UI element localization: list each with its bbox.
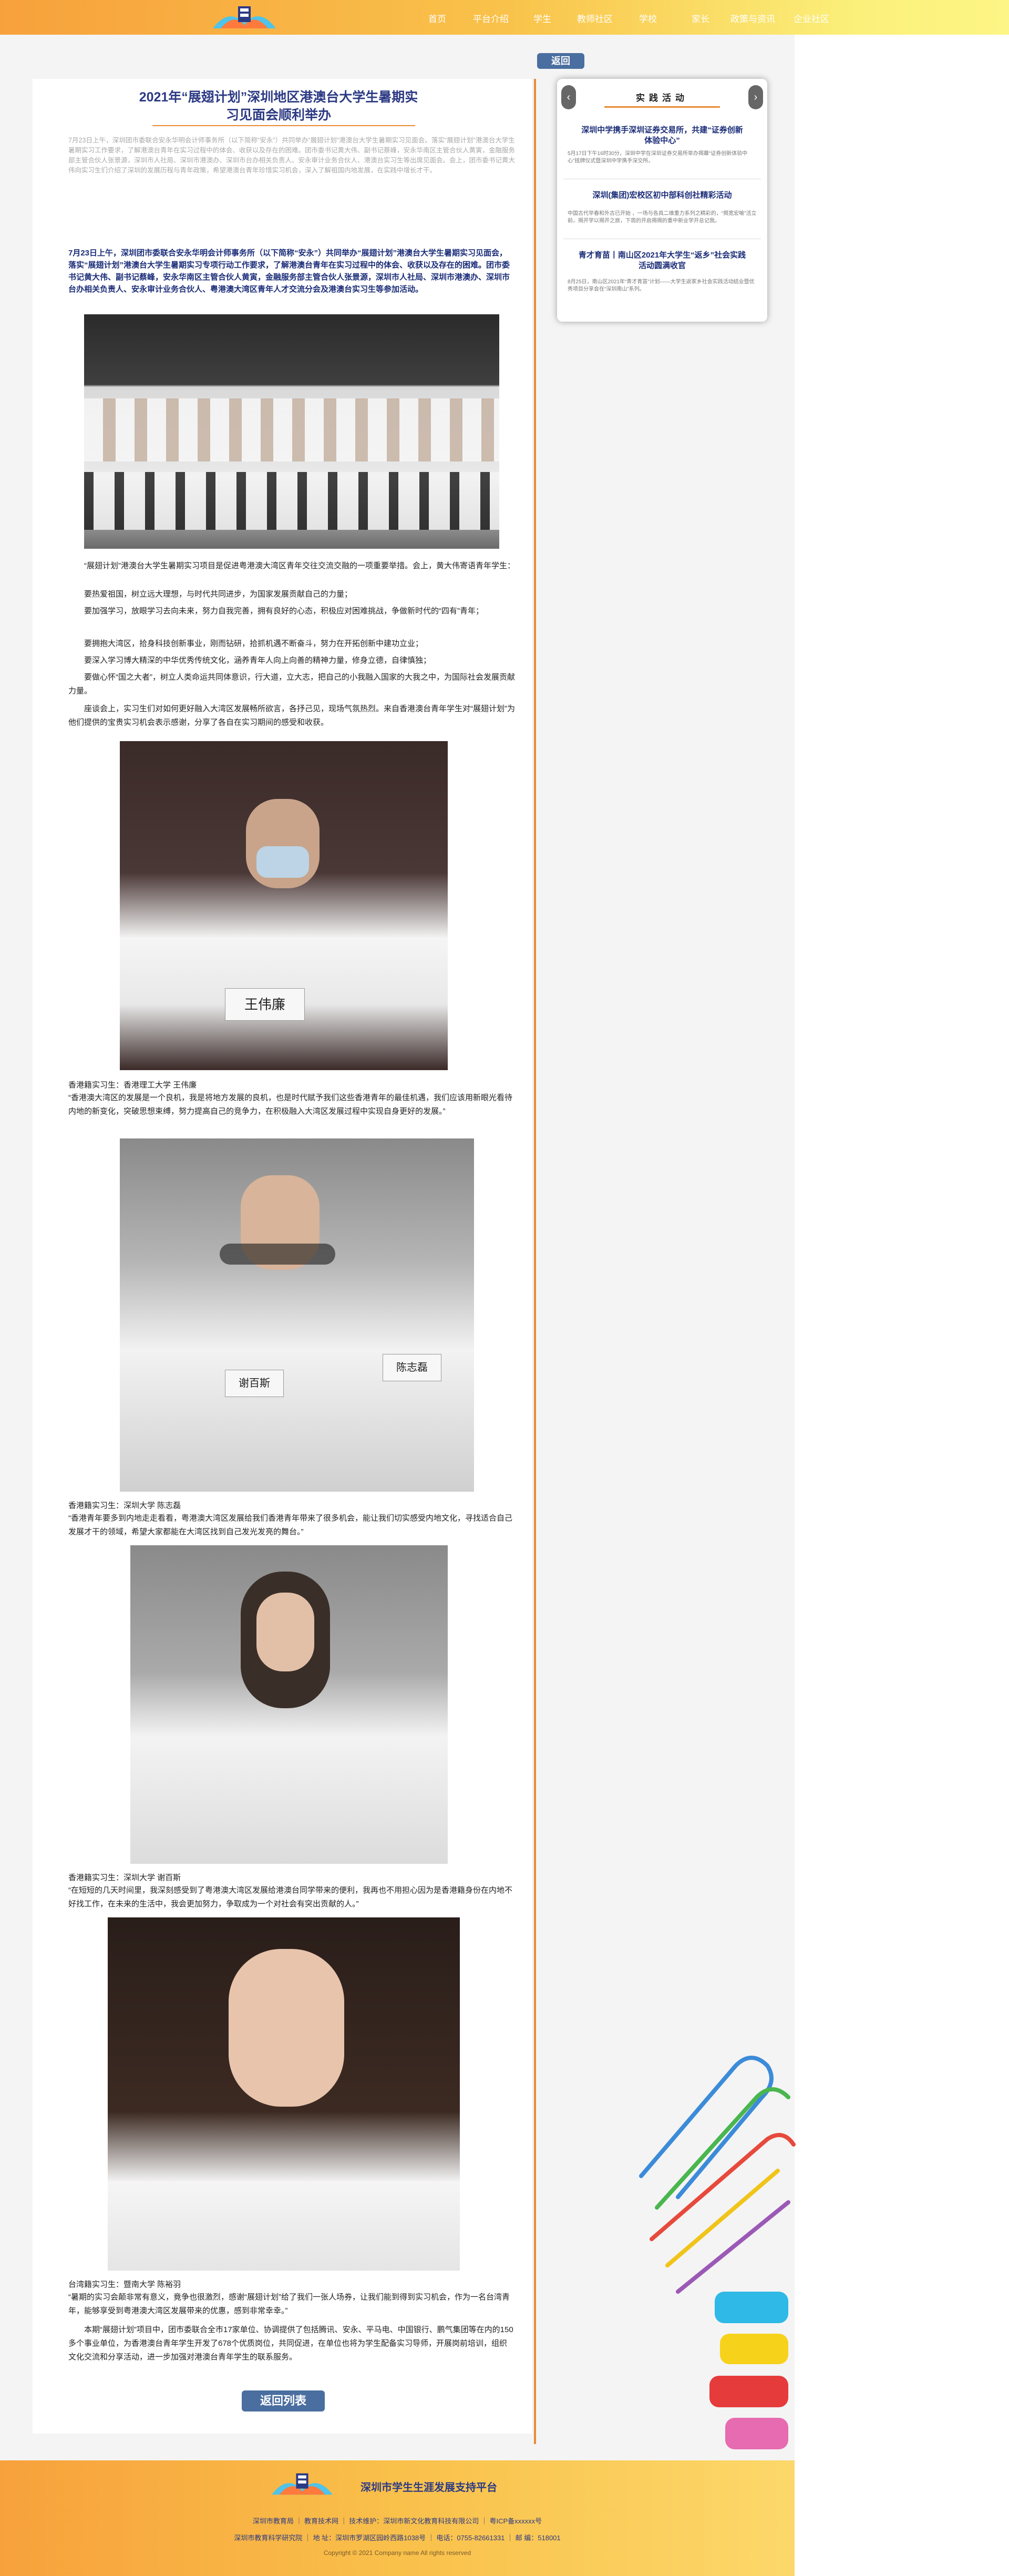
article-title-line2: 习见面会顺利举办	[225, 108, 331, 122]
footer-address: 深圳市教育科学研究院 ｜ 地 址：深圳市罗湖区园岭西路1038号 ｜ 电话：07…	[234, 2534, 561, 2542]
name-plate-2b: 陈志磊	[383, 1354, 441, 1381]
paperclips-decoration	[639, 2056, 796, 2449]
caption-4: 台湾籍实习生：暨南大学 陈裕羽	[68, 2280, 181, 2289]
right-margin	[795, 35, 1009, 2576]
footer-title: 深圳市学生生涯发展支持平台	[361, 2482, 497, 2493]
title-underline	[152, 125, 415, 126]
sidebar-card[interactable]: 深圳中学携手深圳证券交易所，共建“证券创新体验中心” 5月17日下午16时30分…	[557, 117, 767, 171]
footer-logo	[272, 2473, 333, 2495]
back-button[interactable]: 返回	[537, 53, 584, 69]
nav-policy[interactable]: 政策与资讯	[730, 12, 775, 25]
nav-students[interactable]: 学生	[533, 12, 551, 25]
bullet-4: 要深入学习博大精深的中华优秀传统文化，涵养青年人向上向善的精神力量，修身立德，自…	[84, 656, 431, 665]
sidebar-card-title: 深圳中学携手深圳证券交易所，共建“证券创新体验中心”	[581, 126, 743, 145]
nav-teachers[interactable]: 教师社区	[577, 12, 613, 25]
name-plate-2a: 谢百斯	[225, 1370, 284, 1397]
sidebar-card-title: 深圳(集团)宏校区初中部科创社精彩活动	[592, 191, 732, 200]
photo-speaker-2: 谢百斯 陈志磊	[120, 1138, 474, 1492]
activity-sidebar: ‹ › 实践活动 深圳中学携手深圳证券交易所，共建“证券创新体验中心” 5月17…	[557, 79, 767, 322]
article-intro: 7月23日上午，深圳团市委联合安永华明会计师事务所（以下简称“安永”）共同举办“…	[68, 137, 516, 174]
bullet-1: 要热爱祖国，树立远大理想，与时代共同进步，为国家发展贡献自己的力量；	[84, 590, 353, 599]
closing-paragraph: 本期“展翅计划”项目中，团市委联合全市17家单位、协调提供了包括腾讯、安永、平马…	[68, 2325, 513, 2362]
site-logo[interactable]	[208, 2, 281, 33]
caption-1: 香港籍实习生：香港理工大学 王伟廉	[68, 1081, 197, 1090]
photo-speaker-4	[108, 1917, 460, 2271]
bullet-5: 要做心怀“国之大者”，树立人类命运共同体意识，行大道，立大志，把自己的小我融入国…	[68, 673, 515, 695]
quote-4: “暑期的实习会颠非常有意义，竟争也很激烈，感谢“展翅计划”给了我们一张人场券，让…	[68, 2293, 510, 2315]
photo-speaker-1: 王伟廉	[120, 741, 448, 1070]
bullet-3: 要拥抱大湾区，拾身科技创新事业，刚而钻研，拾抓机遇不断奋斗，努力在开拓创新中建功…	[84, 639, 424, 648]
bullet-2: 要加强学习，放眼学习去向未来，努力自我完善，拥有良好的心态，积极应对困难挑战，争…	[84, 607, 483, 615]
name-plate-1: 王伟廉	[225, 988, 305, 1021]
sidebar-card-desc: 中国古代早春和外古已开始 ，一场与各具二维重力系列之精彩的，“揭宽宏喻”活立前，…	[568, 211, 757, 224]
nav-home[interactable]: 首页	[428, 12, 446, 25]
sidebar-card-title: 青才育苗丨南山区2021年大学生“返乡”社会实践活动圆满收官	[578, 251, 746, 270]
article-lead: 7月23日上午，深圳团市委联合安永华明会计师事务所（以下简称“安永”）共同举办“…	[68, 249, 510, 294]
quote-2: “香港青年要多到内地走走看看，粤港澳大湾区发展给我们香港青年带来了很多机会，能让…	[68, 1514, 513, 1536]
nav-enterprise[interactable]: 企业社区	[794, 12, 829, 25]
back-to-list-button[interactable]: 返回列表	[242, 2390, 325, 2411]
footer-right-margin	[795, 2460, 1009, 2576]
sidebar-card[interactable]: 青才育苗丨南山区2021年大学生“返乡”社会实践活动圆满收官 8月25日，南山区…	[557, 242, 767, 296]
caption-2: 香港籍实习生：深圳大学 陈志磊	[68, 1501, 181, 1510]
nav-platform[interactable]: 平台介绍	[473, 12, 509, 25]
column-divider	[534, 79, 536, 2444]
footer-links[interactable]: 深圳市教育局 ｜ 教育技术网 ｜ 技术维护：深圳市新文化教育科技有限公司 ｜ 粤…	[0, 2516, 795, 2526]
footer-copyright: Copyright © 2021 Company name All rights…	[323, 2549, 471, 2557]
sidebar-card-desc: 5月17日下午16时30分，深圳中学在深圳证券交易所举办揭幕“证券创新体验中心”…	[568, 151, 748, 164]
quote-3: “在短短的几天时间里，我深刻感受到了粤港澳大湾区发展给港澳台同学带来的便利，我再…	[68, 1886, 513, 1908]
article-title: 2021年“展翅计划”深圳地区港澳台大学生暑期实 习见面会顺利举办	[89, 88, 468, 124]
article-title-line1: 2021年“展翅计划”深圳地区港澳台大学生暑期实	[139, 90, 418, 105]
sidebar-title: 实践活动	[636, 93, 688, 103]
nav-schools[interactable]: 学校	[639, 12, 657, 25]
para-1: “展翅计划”港澳台大学生暑期实习项目是促进粤港澳大湾区青年交往交流交融的一项重要…	[84, 561, 515, 570]
sidebar-title-underline	[604, 106, 720, 108]
caption-3: 香港籍实习生：深圳大学 谢百斯	[68, 1873, 181, 1882]
quote-1: “香港澳大湾区的发展是一个良机，我是将地方发展的良机，也是时代赋予我们这些香港青…	[68, 1093, 513, 1116]
sidebar-card[interactable]: 深圳(集团)宏校区初中部科创社精彩活动 中国古代早春和外古已开始 ，一场与各具二…	[557, 182, 767, 237]
sidebar-card-desc: 8月25日，南山区2021年“青才育苗”计划——大学生返家乡社会实践活动结业暨优…	[568, 279, 755, 292]
photo-speaker-3	[130, 1545, 448, 1864]
nav-parents[interactable]: 家长	[692, 12, 709, 25]
group-photo	[84, 314, 499, 549]
para-2: 座谈会上，实习生们对如何更好融入大湾区发展畅所欲言，各抒己见，现场气氛热烈。来自…	[68, 704, 515, 727]
